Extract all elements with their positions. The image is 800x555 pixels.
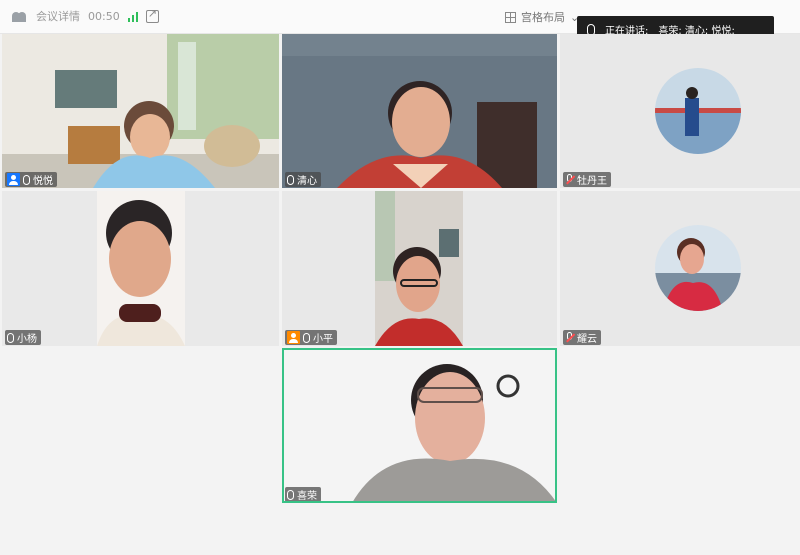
host-icon xyxy=(7,173,20,186)
participant-video xyxy=(282,34,557,188)
meeting-info-group: 会议详情 00:50 xyxy=(12,7,159,24)
participant-name-tag: 耀云 xyxy=(563,330,601,345)
meeting-timer: 00:50 xyxy=(88,9,120,23)
participant-avatar xyxy=(655,225,741,311)
grid-layout-icon xyxy=(505,11,516,23)
signal-icon xyxy=(127,11,138,22)
participant-video xyxy=(282,348,557,503)
share-icon[interactable] xyxy=(145,7,159,23)
microphone-icon xyxy=(287,489,294,500)
participant-name: 牡丹王 xyxy=(577,176,607,187)
participant-video xyxy=(2,34,279,188)
participant-video-tile[interactable]: 悦悦 xyxy=(2,34,279,188)
participant-name: 小杨 xyxy=(17,334,37,345)
participant-video xyxy=(375,191,463,346)
participant-video-tile[interactable]: 清心 xyxy=(282,34,557,188)
app-logo-icon xyxy=(12,10,28,22)
microphone-icon xyxy=(7,332,14,343)
participant-name: 耀云 xyxy=(577,334,597,345)
participant-name-tag: 悦悦 xyxy=(5,172,57,187)
participant-video-tile[interactable]: 牡丹王 xyxy=(560,34,800,188)
participant-video-tile[interactable]: 小平 xyxy=(282,191,557,346)
participant-video-tile[interactable]: 耀云 xyxy=(560,191,800,346)
microphone-muted-icon xyxy=(565,174,574,185)
layout-button[interactable]: 宫格布局 ⌄ xyxy=(505,9,579,25)
layout-label: 宫格布局 xyxy=(521,11,565,24)
participant-avatar xyxy=(655,68,741,154)
microphone-icon xyxy=(287,174,294,185)
microphone-muted-icon xyxy=(565,332,574,343)
participant-name: 喜荣 xyxy=(297,491,317,502)
participant-video xyxy=(97,191,185,346)
participant-name-tag: 小杨 xyxy=(5,330,41,345)
participant-name-tag: 小平 xyxy=(285,330,337,345)
participant-name-tag: 清心 xyxy=(285,172,321,187)
participant-name-tag: 牡丹王 xyxy=(563,172,611,187)
participant-name: 悦悦 xyxy=(33,176,53,187)
meeting-info-button[interactable]: 会议详情 xyxy=(36,8,80,24)
host-icon xyxy=(287,331,300,344)
participant-name: 小平 xyxy=(313,334,333,345)
participant-name: 清心 xyxy=(297,176,317,187)
microphone-icon xyxy=(23,174,30,185)
microphone-icon xyxy=(303,332,310,343)
participant-video-tile[interactable]: 小杨 xyxy=(2,191,279,346)
participant-name-tag: 喜荣 xyxy=(285,487,321,502)
participant-video-tile-active[interactable]: 喜荣 xyxy=(282,348,557,503)
